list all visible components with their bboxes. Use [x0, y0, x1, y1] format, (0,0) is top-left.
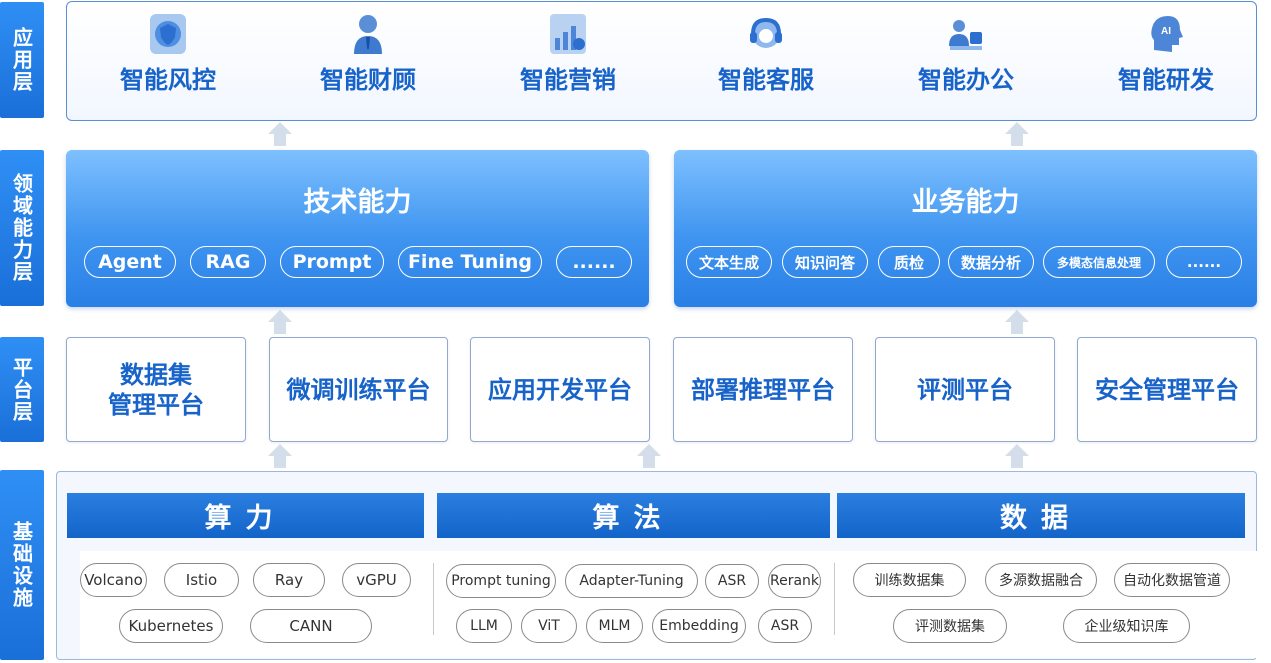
up-arrow-icon [1005, 122, 1029, 146]
up-arrow-icon [1005, 310, 1029, 334]
app-item-advisor[interactable]: 智能财顾 [288, 12, 448, 95]
algo-pill-asr[interactable]: ASR [705, 564, 759, 598]
business-capability-panel: 业务能力 文本生成 知识问答 质检 数据分析 多模态信息处理 ...... [674, 150, 1257, 307]
separator [834, 563, 835, 635]
ai-head-icon: AI [1146, 12, 1186, 56]
up-arrow-icon [268, 122, 292, 146]
app-label: 智能客服 [718, 66, 814, 94]
platform-deploy-inference[interactable]: 部署推理平台 [673, 337, 853, 442]
platform-dataset-management[interactable]: 数据集 管理平台 [66, 337, 246, 442]
algo-pill-rerank[interactable]: Rerank [768, 564, 821, 598]
app-item-marketing[interactable]: 智能营销 [488, 12, 648, 95]
biz-pill-qc[interactable]: 质检 [878, 246, 940, 278]
up-arrow-icon [637, 444, 661, 468]
layer-label-infrastructure: 基础设施 [0, 470, 44, 660]
app-label: 智能办公 [918, 66, 1014, 94]
app-item-risk[interactable]: 智能风控 [88, 12, 248, 95]
algo-pill-vit[interactable]: ViT [521, 609, 577, 643]
algo-pill-llm[interactable]: LLM [456, 609, 512, 643]
up-arrow-icon [268, 444, 292, 468]
tech-pill-rag[interactable]: RAG [190, 246, 266, 278]
algo-pill-asr-2[interactable]: ASR [758, 609, 812, 643]
tech-pill-fine-tuning[interactable]: Fine Tuning [398, 246, 542, 278]
biz-pill-qa[interactable]: 知识问答 [782, 246, 868, 278]
platform-security-management[interactable]: 安全管理平台 [1077, 337, 1257, 442]
separator [433, 563, 434, 635]
layer-label-domain: 领域能力层 [0, 150, 44, 306]
app-item-office[interactable]: 智能办公 [886, 12, 1046, 95]
data-pill-knowledge-base[interactable]: 企业级知识库 [1063, 609, 1190, 643]
svg-text:AI: AI [1161, 26, 1171, 37]
platform-evaluation[interactable]: 评测平台 [875, 337, 1055, 442]
compute-pill-cann[interactable]: CANN [250, 609, 372, 643]
tech-pill-agent[interactable]: Agent [84, 246, 176, 278]
up-arrow-icon [1005, 444, 1029, 468]
up-arrow-icon [268, 310, 292, 334]
algo-pill-mlm[interactable]: MLM [586, 609, 643, 643]
app-label: 智能风控 [120, 66, 216, 94]
data-header: 数据 [837, 493, 1245, 538]
algo-pill-prompt-tuning[interactable]: Prompt tuning [446, 564, 556, 598]
platform-finetune-training[interactable]: 微调训练平台 [269, 337, 448, 442]
biz-pill-data-analysis[interactable]: 数据分析 [948, 246, 1034, 278]
headset-icon [746, 12, 786, 56]
compute-pill-volcano[interactable]: Volcano [80, 563, 147, 597]
layer-label-application: 应用层 [0, 2, 44, 118]
algo-pill-adapter-tuning[interactable]: Adapter-Tuning [565, 564, 698, 598]
compute-pill-istio[interactable]: Istio [164, 563, 239, 597]
app-label: 智能营销 [520, 66, 616, 94]
tech-capability-title: 技术能力 [303, 187, 412, 218]
app-label: 智能财顾 [320, 66, 416, 94]
platform-app-development[interactable]: 应用开发平台 [470, 337, 650, 442]
tech-pill-more[interactable]: ...... [556, 246, 632, 278]
advisor-person-icon [348, 12, 388, 56]
app-item-rnd[interactable]: AI 智能研发 [1086, 12, 1246, 95]
data-pill-multi-source[interactable]: 多源数据融合 [985, 563, 1097, 597]
compute-pill-vgpu[interactable]: vGPU [342, 563, 411, 597]
layer-label-platform: 平台层 [0, 337, 44, 442]
compute-pill-ray[interactable]: Ray [253, 563, 325, 597]
business-capability-title: 业务能力 [911, 187, 1020, 218]
tech-pill-prompt[interactable]: Prompt [280, 246, 384, 278]
compute-pill-kubernetes[interactable]: Kubernetes [119, 609, 223, 643]
algo-pill-embedding[interactable]: Embedding [652, 609, 746, 643]
biz-pill-more[interactable]: ...... [1166, 246, 1242, 278]
algorithm-header: 算法 [437, 493, 830, 538]
app-label: 智能研发 [1118, 66, 1214, 94]
compute-header: 算力 [67, 493, 424, 538]
office-people-icon [946, 12, 986, 56]
risk-shield-icon [148, 12, 188, 56]
data-pill-eval-set[interactable]: 评测数据集 [893, 609, 1007, 643]
biz-pill-multimodal[interactable]: 多模态信息处理 [1043, 246, 1155, 278]
biz-pill-text-gen[interactable]: 文本生成 [686, 246, 772, 278]
data-pill-pipeline[interactable]: 自动化数据管道 [1114, 563, 1230, 597]
tech-capability-panel: 技术能力 Agent RAG Prompt Fine Tuning ...... [66, 150, 649, 307]
data-pill-training-set[interactable]: 训练数据集 [853, 563, 966, 597]
app-item-service[interactable]: 智能客服 [686, 12, 846, 95]
marketing-chart-icon [548, 12, 588, 56]
